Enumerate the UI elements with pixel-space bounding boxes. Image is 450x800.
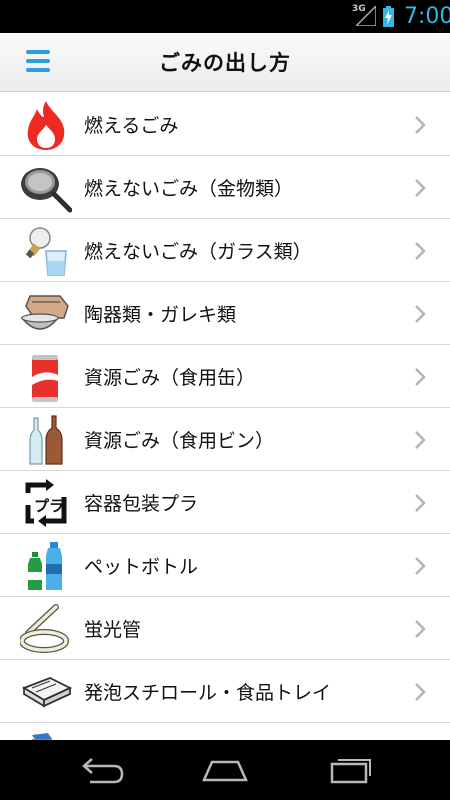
list-item-plastic-packaging[interactable]: プラ 容器包装プラ xyxy=(0,471,450,534)
list-item-fluorescent-tubes[interactable]: 蛍光管 xyxy=(0,597,450,660)
pottery-icon xyxy=(20,288,72,340)
chevron-right-icon xyxy=(415,368,426,386)
plastic-recycle-icon: プラ xyxy=(20,477,72,529)
chevron-right-icon xyxy=(415,305,426,323)
list-item-pottery-rubble[interactable]: 陶器類・ガレキ類 xyxy=(0,282,450,345)
list-item-styrofoam-trays[interactable]: 発泡スチロール・食品トレイ xyxy=(0,660,450,723)
svg-text:プラ: プラ xyxy=(34,497,64,515)
list-item-label: 燃えないごみ（金物類） xyxy=(84,178,294,200)
list-item-label: 蛍光管 xyxy=(84,619,142,641)
system-nav-bar xyxy=(0,740,450,800)
can-icon xyxy=(20,351,72,403)
list-item-label: 発泡スチロール・食品トレイ xyxy=(84,682,332,704)
chevron-right-icon xyxy=(415,557,426,575)
battery-icon xyxy=(383,6,394,27)
garbage-category-list: 燃えるごみ 燃えないごみ（金物類） 燃えないごみ（ガラス類） 陶器類・ガレキ類 … xyxy=(0,93,450,740)
light-bulb-glass-icon xyxy=(20,225,72,277)
fire-icon xyxy=(20,99,72,151)
page-title: ごみの出し方 xyxy=(159,51,291,75)
back-icon[interactable] xyxy=(76,754,126,786)
list-item-non-burnable-metal[interactable]: 燃えないごみ（金物類） xyxy=(0,156,450,219)
chevron-right-icon xyxy=(415,683,426,701)
list-item-pet-bottles[interactable]: ペットボトル xyxy=(0,534,450,597)
clock: 7:00 xyxy=(404,4,450,29)
list-item-label: 資源ごみ（食用ビン） xyxy=(84,430,275,452)
chevron-right-icon xyxy=(415,116,426,134)
list-item-resource-bottles[interactable]: 資源ごみ（食用ビン） xyxy=(0,408,450,471)
chevron-right-icon xyxy=(415,494,426,512)
list-item-label: 陶器類・ガレキ類 xyxy=(84,304,237,326)
frying-pan-icon xyxy=(20,162,73,214)
status-bar: 3G 7:00 xyxy=(0,0,450,33)
list-item-label: 燃えるごみ xyxy=(84,115,179,137)
fluorescent-tube-icon xyxy=(19,603,72,655)
list-item-burnable[interactable]: 燃えるごみ xyxy=(0,93,450,156)
bottle-icon xyxy=(20,414,72,466)
chevron-right-icon xyxy=(415,242,426,260)
list-item-label: 容器包装プラ xyxy=(84,493,199,515)
chevron-right-icon xyxy=(415,179,426,197)
list-item-label: ペットボトル xyxy=(84,556,199,578)
list-item-non-burnable-glass[interactable]: 燃えないごみ（ガラス類） xyxy=(0,219,450,282)
signal-icon xyxy=(356,6,376,26)
food-tray-icon xyxy=(20,666,73,718)
app-header: ごみの出し方 xyxy=(0,33,450,92)
list-item-label: 資源ごみ（食用缶） xyxy=(84,367,256,389)
list-item-partial[interactable] xyxy=(0,723,450,740)
list-item-label: 燃えないごみ（ガラス類） xyxy=(84,241,312,263)
list-item-resource-cans[interactable]: 資源ごみ（食用缶） xyxy=(0,345,450,408)
paper-pack-icon xyxy=(20,729,72,740)
recent-apps-icon[interactable] xyxy=(326,754,376,786)
home-icon[interactable] xyxy=(200,754,250,786)
chevron-right-icon xyxy=(415,620,426,638)
chevron-right-icon xyxy=(415,431,426,449)
pet-bottle-icon xyxy=(20,540,72,592)
